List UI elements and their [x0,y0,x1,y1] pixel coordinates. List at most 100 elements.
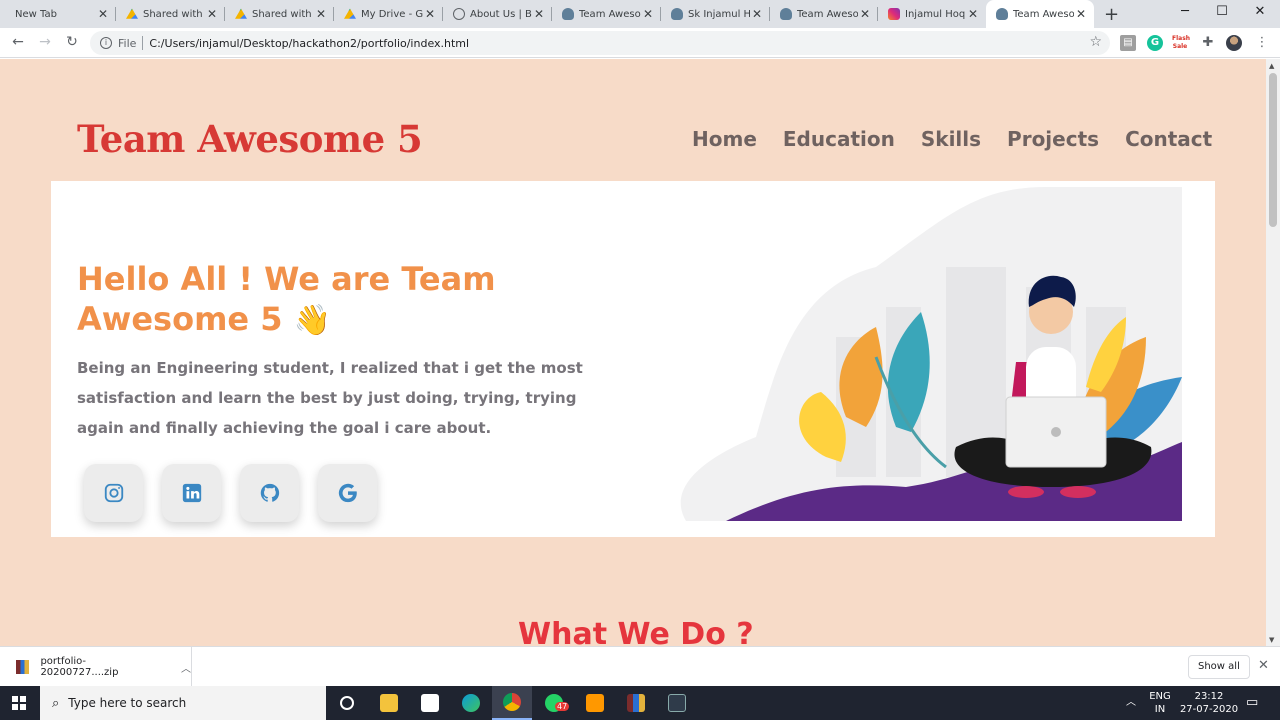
tab-title: Team Aweso [797,8,858,20]
close-icon[interactable]: ✕ [205,7,219,21]
reload-icon[interactable]: ↻ [62,34,82,50]
profile-avatar[interactable] [1226,35,1242,51]
app-button[interactable] [657,686,697,720]
cortana-button[interactable] [327,686,367,720]
maximize-icon[interactable]: ☐ [1207,4,1237,19]
winrar-icon [627,694,645,712]
extensions-puzzle-icon[interactable]: ✚ [1200,35,1216,51]
region-code: IN [1154,704,1166,715]
windows-start-icon[interactable] [12,696,26,710]
site-logo[interactable]: Team Awesome 5 [77,117,423,161]
nav-contact[interactable]: Contact [1125,127,1212,151]
scrollbar-thumb[interactable] [1269,73,1277,227]
close-icon[interactable]: ✕ [641,7,655,21]
forward-icon[interactable]: → [35,34,55,50]
microsoft-store-icon [421,694,439,712]
google-icon [338,483,357,503]
main-nav: Home Education Skills Projects Contact [692,127,1212,151]
nav-education[interactable]: Education [783,127,895,151]
tab-team-awesome-2[interactable]: Team Aweso ✕ [770,0,878,28]
github-button[interactable] [240,464,299,522]
tab-my-drive[interactable]: My Drive - G ✕ [334,0,443,28]
page-scrollbar[interactable]: ▲ ▼ [1266,59,1280,646]
language-indicator[interactable]: ENG IN [1146,690,1174,716]
app-icon [668,694,686,712]
winrar-archive-icon [16,660,30,674]
sublime-text-icon [586,694,604,712]
tab-strip: New Tab ✕ Shared with ✕ Shared with ✕ My… [0,0,1280,28]
download-bar: portfolio-20200727....zip ︿ Show all ✕ [0,646,1280,687]
tab-injamul-instagram[interactable]: Injamul Hoq ✕ [878,0,986,28]
cortana-circle-icon [340,696,354,710]
instagram-button[interactable] [84,464,143,522]
winrar-button[interactable] [616,686,656,720]
file-explorer-button[interactable] [369,686,409,720]
back-icon[interactable]: ← [8,34,28,50]
store-button[interactable] [410,686,450,720]
tab-shared-with-2[interactable]: Shared with ✕ [225,0,334,28]
edge-button[interactable] [451,686,491,720]
close-icon[interactable]: ✕ [532,7,546,21]
person-icon [671,8,683,20]
scroll-down-icon[interactable]: ▼ [1269,636,1274,644]
linkedin-icon [182,483,201,503]
tab-sk-injamul[interactable]: Sk Injamul H ✕ [661,0,770,28]
address-bar[interactable]: i File C:/Users/injamul/Desktop/hackatho… [90,31,1110,55]
language-code: ENG [1149,691,1171,702]
bookmark-star-icon[interactable]: ☆ [1089,34,1102,50]
nav-skills[interactable]: Skills [921,127,981,151]
close-icon[interactable]: ✕ [423,7,437,21]
close-icon[interactable]: ✕ [966,7,980,21]
google-drive-icon [235,8,247,19]
clock-date: 27-07-2020 [1179,704,1239,715]
tray-chevron-icon[interactable]: ︿ [1126,696,1136,709]
close-icon[interactable]: ✕ [314,7,328,21]
tab-title: Sk Injamul H [688,8,750,20]
download-item[interactable]: portfolio-20200727....zip ︿ [0,647,192,687]
tab-team-awesome-1[interactable]: Team Aweso ✕ [552,0,661,28]
instagram-icon [888,8,900,20]
nav-home[interactable]: Home [692,127,757,151]
flash-sale-extension-icon[interactable]: Flash Sale [1172,35,1190,51]
show-all-button[interactable]: Show all [1188,655,1250,679]
tab-about-us[interactable]: About Us | B ✕ [443,0,552,28]
google-drive-icon [344,8,356,19]
whatsapp-button[interactable]: 47 [534,686,574,720]
minimize-icon[interactable]: ─ [1170,4,1200,19]
url-text[interactable]: C:/Users/injamul/Desktop/hackathon2/port… [149,37,469,50]
close-icon[interactable]: ✕ [858,7,872,21]
window-close-icon[interactable]: ✕ [1245,4,1275,19]
chrome-button[interactable] [492,686,532,720]
edge-icon [462,694,480,712]
notification-icon[interactable]: ▭ [1246,696,1258,709]
taskbar-search[interactable]: ⌕ Type here to search [40,686,326,720]
close-icon[interactable]: ✕ [1074,7,1088,21]
tab-title: New Tab [15,8,57,20]
taskbar-search-placeholder: Type here to search [68,696,187,710]
file-explorer-icon [380,694,398,712]
tab-title: My Drive - G [361,8,423,20]
tab-title: Shared with [252,8,312,20]
info-icon[interactable]: i [100,37,112,49]
google-button[interactable] [318,464,377,522]
pdf-extension-icon[interactable]: ▤ [1120,35,1136,51]
instagram-icon [104,483,123,503]
tab-team-awesome-active[interactable]: Team Aweso ✕ [986,0,1094,28]
tab-shared-with-1[interactable]: Shared with ✕ [116,0,225,28]
menu-kebab-icon[interactable]: ⋮ [1254,35,1270,51]
sublime-button[interactable] [575,686,615,720]
google-drive-icon [126,8,138,19]
browser-toolbar: ← → ↻ i File C:/Users/injamul/Desktop/ha… [0,28,1280,58]
close-icon[interactable]: ✕ [750,7,764,21]
clock[interactable]: 23:12 27-07-2020 [1176,690,1242,716]
new-tab-button[interactable]: + [1104,4,1119,25]
chevron-up-icon[interactable]: ︿ [181,660,191,675]
linkedin-button[interactable] [162,464,221,522]
scroll-up-icon[interactable]: ▲ [1269,62,1274,70]
close-download-bar-icon[interactable]: ✕ [1258,658,1269,673]
tab-title: Team Aweso [579,8,641,20]
close-icon[interactable]: ✕ [96,7,110,21]
tab-new-tab[interactable]: New Tab ✕ [0,0,116,28]
grammarly-icon[interactable]: G [1147,35,1163,51]
nav-projects[interactable]: Projects [1007,127,1099,151]
